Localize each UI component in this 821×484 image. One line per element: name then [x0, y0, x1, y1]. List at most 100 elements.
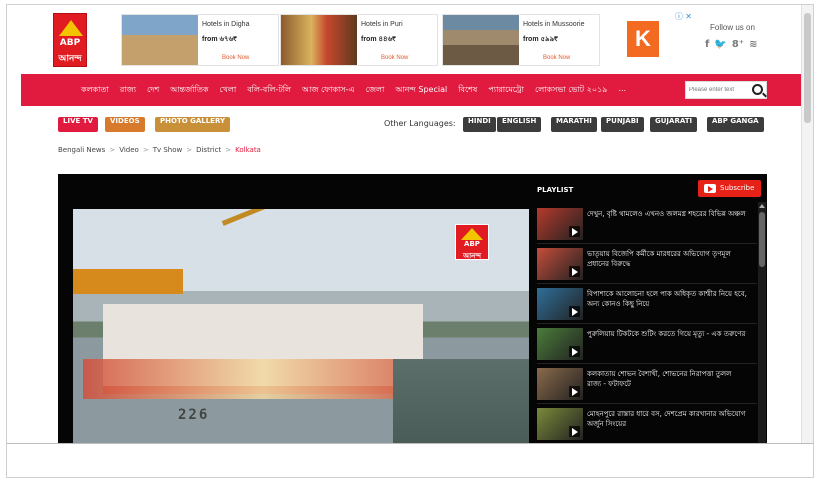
rss-icon[interactable]: ≋: [749, 39, 757, 50]
hotel-ad-puri[interactable]: Hotels in Puri from ৪৪৬₹ Book Now: [280, 14, 438, 66]
hotel-ad-mussoorie[interactable]: Hotels in Mussoorie from ৫৯৯₹ Book Now: [442, 14, 600, 66]
subscribe-label: Subscribe: [720, 184, 755, 192]
breadcrumb-item[interactable]: District: [196, 146, 221, 154]
playlist-title: PLAYLIST: [537, 186, 574, 194]
playlist-list: দেখুন, বৃষ্টি থামলেও এখনও জলমগ্ন শহরের ব…: [537, 204, 757, 443]
scroll-up-icon[interactable]: [759, 204, 765, 208]
page-scrollbar[interactable]: [801, 5, 813, 443]
google-plus-icon[interactable]: 8⁺: [732, 39, 744, 50]
hotel-ad-digha[interactable]: Hotels in Digha from ৬৭৬₹ Book Now: [121, 14, 279, 66]
ad-book-now[interactable]: Book Now: [543, 55, 570, 61]
lang-marathi[interactable]: MARATHI: [551, 117, 597, 132]
logo-subtext: আনন্দ: [58, 54, 82, 64]
breadcrumb-separator: >: [142, 146, 149, 154]
ad-image: [443, 15, 519, 65]
facebook-icon[interactable]: f: [705, 39, 709, 50]
ad-image: [281, 15, 357, 65]
videos-button[interactable]: VIDEOS: [105, 117, 145, 132]
playlist-thumbnail[interactable]: [537, 208, 583, 240]
ad-title: Hotels in Digha: [202, 21, 250, 28]
playlist-item[interactable]: দেখুন, বৃষ্টি থামলেও এখনও জলমগ্ন শহরের ব…: [537, 204, 757, 244]
nav-item[interactable]: বলি-বলি-টলি: [247, 84, 291, 97]
page-scroll-thumb[interactable]: [804, 13, 811, 123]
nav-item[interactable]: রাজ্য: [120, 84, 136, 97]
playlist-item-title[interactable]: কলকাতায় শোভন বৈশাখী, শোভনের নিরাপত্তা ত…: [587, 369, 747, 389]
scroll-thumb[interactable]: [759, 212, 765, 267]
playlist-thumbnail[interactable]: [537, 408, 583, 440]
breadcrumb-item[interactable]: Tv Show: [153, 146, 183, 154]
subscribe-button[interactable]: Subscribe: [698, 180, 761, 197]
nav-item[interactable]: আজ ফোকাস-এ: [302, 84, 355, 97]
abp-ananda-logo[interactable]: ABP আনন্দ: [53, 13, 87, 67]
nav-item[interactable]: কলকাতা: [81, 84, 109, 97]
browser-frame: ABP আনন্দ Hotels in Digha from ৬৭৬₹ Book…: [6, 4, 814, 478]
nav-item[interactable]: বিশেষ: [458, 84, 477, 97]
nav-item[interactable]: প্যারামেট্রো: [488, 84, 524, 97]
search-input[interactable]: [689, 84, 744, 96]
video-player[interactable]: 226 ABP আনন্দ: [73, 209, 529, 443]
nav-item[interactable]: জেলা: [366, 84, 385, 97]
playlist-item-title[interactable]: দেখুন, বৃষ্টি থামলেও এখনও জলমগ্ন শহরের ব…: [587, 209, 747, 219]
play-icon[interactable]: [569, 386, 580, 397]
ad-book-now[interactable]: Book Now: [222, 55, 249, 61]
breadcrumb: Bengali News > Video > Tv Show > Distric…: [58, 146, 261, 154]
playlist-item[interactable]: বিপাশাকে আলোচনা হলে পাক অধিকৃত কাশ্মীর ন…: [537, 284, 757, 324]
playlist-item-title[interactable]: পুরুলিয়ায় টিকটকে শুটিং করতে গিয়ে মৃত্…: [587, 329, 747, 339]
nav-item[interactable]: খেলা: [219, 84, 236, 97]
live-tv-button[interactable]: LIVE TV: [58, 117, 98, 132]
nav-item[interactable]: দেশ: [147, 84, 159, 97]
lang-gujarati[interactable]: GUJARATI: [650, 117, 698, 132]
other-languages-label: Other Languages:: [384, 119, 456, 128]
playlist-thumbnail[interactable]: [537, 368, 583, 400]
breadcrumb-item[interactable]: Bengali News: [58, 146, 105, 154]
bottom-strip: [7, 443, 813, 477]
lang-abp-ganga[interactable]: ABP GANGA: [707, 117, 764, 132]
play-icon[interactable]: [569, 306, 580, 317]
nav-item[interactable]: লোকসভা ভোট ২০১৯: [535, 84, 607, 97]
twitter-icon[interactable]: 🐦: [714, 39, 726, 50]
breadcrumb-separator: >: [109, 146, 116, 154]
video-deck-shape: [83, 359, 443, 399]
logo-triangle-icon: [59, 20, 83, 36]
video-water-shape: [393, 359, 529, 443]
social-links: f 🐦 8⁺ ≋: [705, 39, 757, 50]
k-brand-ad[interactable]: K: [627, 21, 659, 57]
nav-item[interactable]: আনন্দ Special: [395, 84, 447, 97]
play-icon[interactable]: [569, 426, 580, 437]
search-box: [685, 81, 767, 99]
play-icon[interactable]: [569, 346, 580, 357]
playlist-thumbnail[interactable]: [537, 248, 583, 280]
playlist-item[interactable]: পুরুলিয়ায় টিকটকে শুটিং করতে গিয়ে মৃত্…: [537, 324, 757, 364]
search-icon[interactable]: [752, 84, 763, 95]
youtube-icon: [704, 184, 716, 193]
ad-book-now[interactable]: Book Now: [381, 55, 408, 61]
playlist-item-title[interactable]: বিপাশাকে আলোচনা হলে পাক অধিকৃত কাশ্মীর ন…: [587, 289, 747, 309]
logo-triangle-icon: [461, 228, 483, 240]
playlist-item-title[interactable]: মোহনপুরে রাস্তার ধারে বস, দেশপ্রেম কারখা…: [587, 409, 747, 429]
playlist-item[interactable]: ভাতৃয়ায় বিজেপি কর্মীকে মারধরের অভিযোগ …: [537, 244, 757, 284]
playlist-item[interactable]: মোহনপুরে রাস্তার ধারে বস, দেশপ্রেম কারখা…: [537, 404, 757, 443]
playlist-item-title[interactable]: ভাতৃয়ায় বিজেপি কর্মীকে মারধরের অভিযোগ …: [587, 249, 747, 269]
lang-hindi[interactable]: HINDI: [463, 117, 496, 132]
breadcrumb-current: Kolkata: [235, 146, 261, 154]
photo-gallery-button[interactable]: PHOTO GALLERY: [155, 117, 231, 132]
lang-english[interactable]: ENGLISH: [497, 117, 542, 132]
play-icon[interactable]: [569, 226, 580, 237]
nav-item[interactable]: আন্তর্জাতিক: [170, 84, 208, 97]
ad-title: Hotels in Mussoorie: [523, 21, 585, 28]
nav-item[interactable]: ...: [618, 84, 626, 97]
playlist-scrollbar[interactable]: [758, 202, 766, 443]
breadcrumb-item[interactable]: Video: [119, 146, 139, 154]
page: ABP আনন্দ Hotels in Digha from ৬৭৬₹ Book…: [7, 5, 802, 443]
watermark-text: ABP: [464, 240, 480, 248]
boat-number: 226: [178, 407, 210, 423]
play-icon[interactable]: [569, 266, 580, 277]
lang-punjabi[interactable]: PUNJABI: [601, 117, 644, 132]
video-section: 226 ABP আনন্দ PLAYLIST Subscribe দেখুন, …: [58, 174, 767, 443]
ad-price: from ৫৯৯₹: [523, 36, 558, 43]
playlist-thumbnail[interactable]: [537, 288, 583, 320]
adchoice-icon[interactable]: ⓘ ✕: [675, 11, 692, 22]
playlist-item[interactable]: কলকাতায় শোভন বৈশাখী, শোভনের নিরাপত্তা ত…: [537, 364, 757, 404]
logo-text: ABP: [59, 38, 81, 48]
playlist-thumbnail[interactable]: [537, 328, 583, 360]
